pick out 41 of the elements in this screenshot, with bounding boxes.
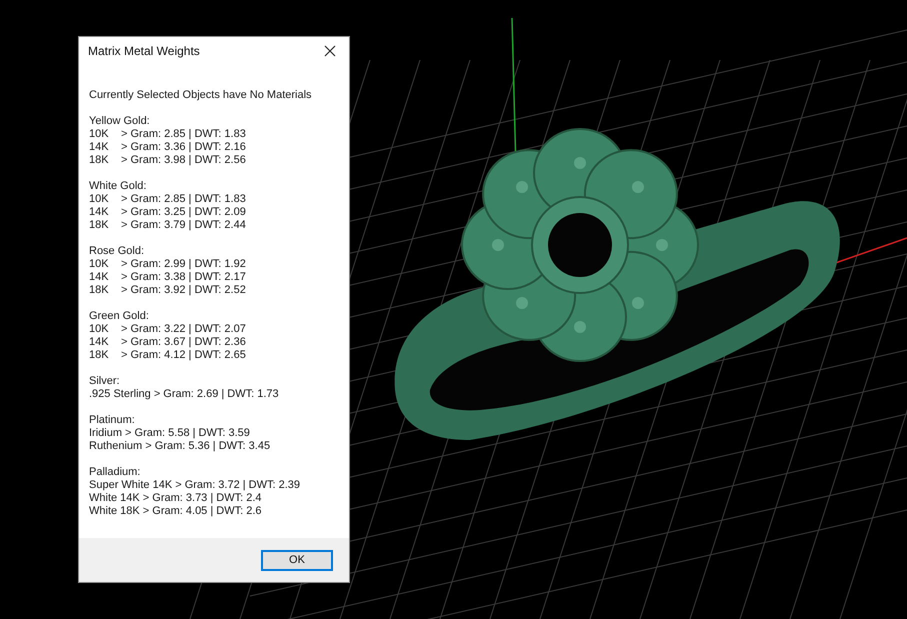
metal-heading: Silver: xyxy=(89,375,121,388)
karat-label: 14K xyxy=(89,336,110,349)
window-title: Matrix Metal Weights xyxy=(88,43,200,60)
weight-text: .925 Sterling > Gram: 2.69 | DWT: 1.73 xyxy=(89,388,280,401)
weight-text: > Gram: 2.99 | DWT: 1.92 xyxy=(121,258,246,271)
weight-text: Iridium > Gram: 5.58 | DWT: 3.59 xyxy=(89,427,251,440)
karat-label: 18K xyxy=(89,219,110,232)
karat-label: 14K xyxy=(89,271,110,284)
karat-label: 10K xyxy=(89,323,110,336)
karat-label: 18K xyxy=(89,154,110,167)
weight-text: > Gram: 2.85 | DWT: 1.83 xyxy=(121,128,246,141)
metal-heading: White Gold: xyxy=(89,180,148,193)
metal-heading: Green Gold: xyxy=(89,310,150,323)
karat-label: 14K xyxy=(89,141,110,154)
weight-text: White 14K > Gram: 3.73 | DWT: 2.4 xyxy=(89,492,263,505)
status-message: Currently Selected Objects have No Materials xyxy=(89,89,313,102)
weight-text: Ruthenium > Gram: 5.36 | DWT: 3.45 xyxy=(89,440,272,453)
ok-button[interactable]: OK xyxy=(261,550,333,570)
weight-text: > Gram: 3.79 | DWT: 2.44 xyxy=(121,219,246,232)
weight-text: Super White 14K > Gram: 3.72 | DWT: 2.39 xyxy=(89,479,302,492)
weight-text: > Gram: 3.92 | DWT: 2.52 xyxy=(121,284,246,297)
karat-label: 10K xyxy=(89,193,110,206)
close-icon xyxy=(324,45,336,57)
karat-label: 14K xyxy=(89,206,110,219)
karat-label: 10K xyxy=(89,128,110,141)
weight-text: > Gram: 3.22 | DWT: 2.07 xyxy=(121,323,246,336)
weight-text: > Gram: 4.12 | DWT: 2.65 xyxy=(121,349,246,362)
karat-label: 18K xyxy=(89,349,110,362)
weight-text: White 18K > Gram: 4.05 | DWT: 2.6 xyxy=(89,505,263,518)
metal-heading: Yellow Gold: xyxy=(89,115,151,128)
karat-label: 18K xyxy=(89,284,110,297)
metal-heading: Rose Gold: xyxy=(89,245,146,258)
weight-text: > Gram: 3.25 | DWT: 2.09 xyxy=(121,206,246,219)
metal-heading: Palladium: xyxy=(89,466,142,479)
weight-text: > Gram: 3.36 | DWT: 2.16 xyxy=(121,141,246,154)
weight-text: > Gram: 2.85 | DWT: 1.83 xyxy=(121,193,246,206)
weight-text: > Gram: 3.98 | DWT: 2.56 xyxy=(121,154,246,167)
karat-label: 10K xyxy=(89,258,110,271)
metal-heading: Platinum: xyxy=(89,414,136,427)
weight-text: > Gram: 3.38 | DWT: 2.17 xyxy=(121,271,246,284)
weight-text: > Gram: 3.67 | DWT: 2.36 xyxy=(121,336,246,349)
